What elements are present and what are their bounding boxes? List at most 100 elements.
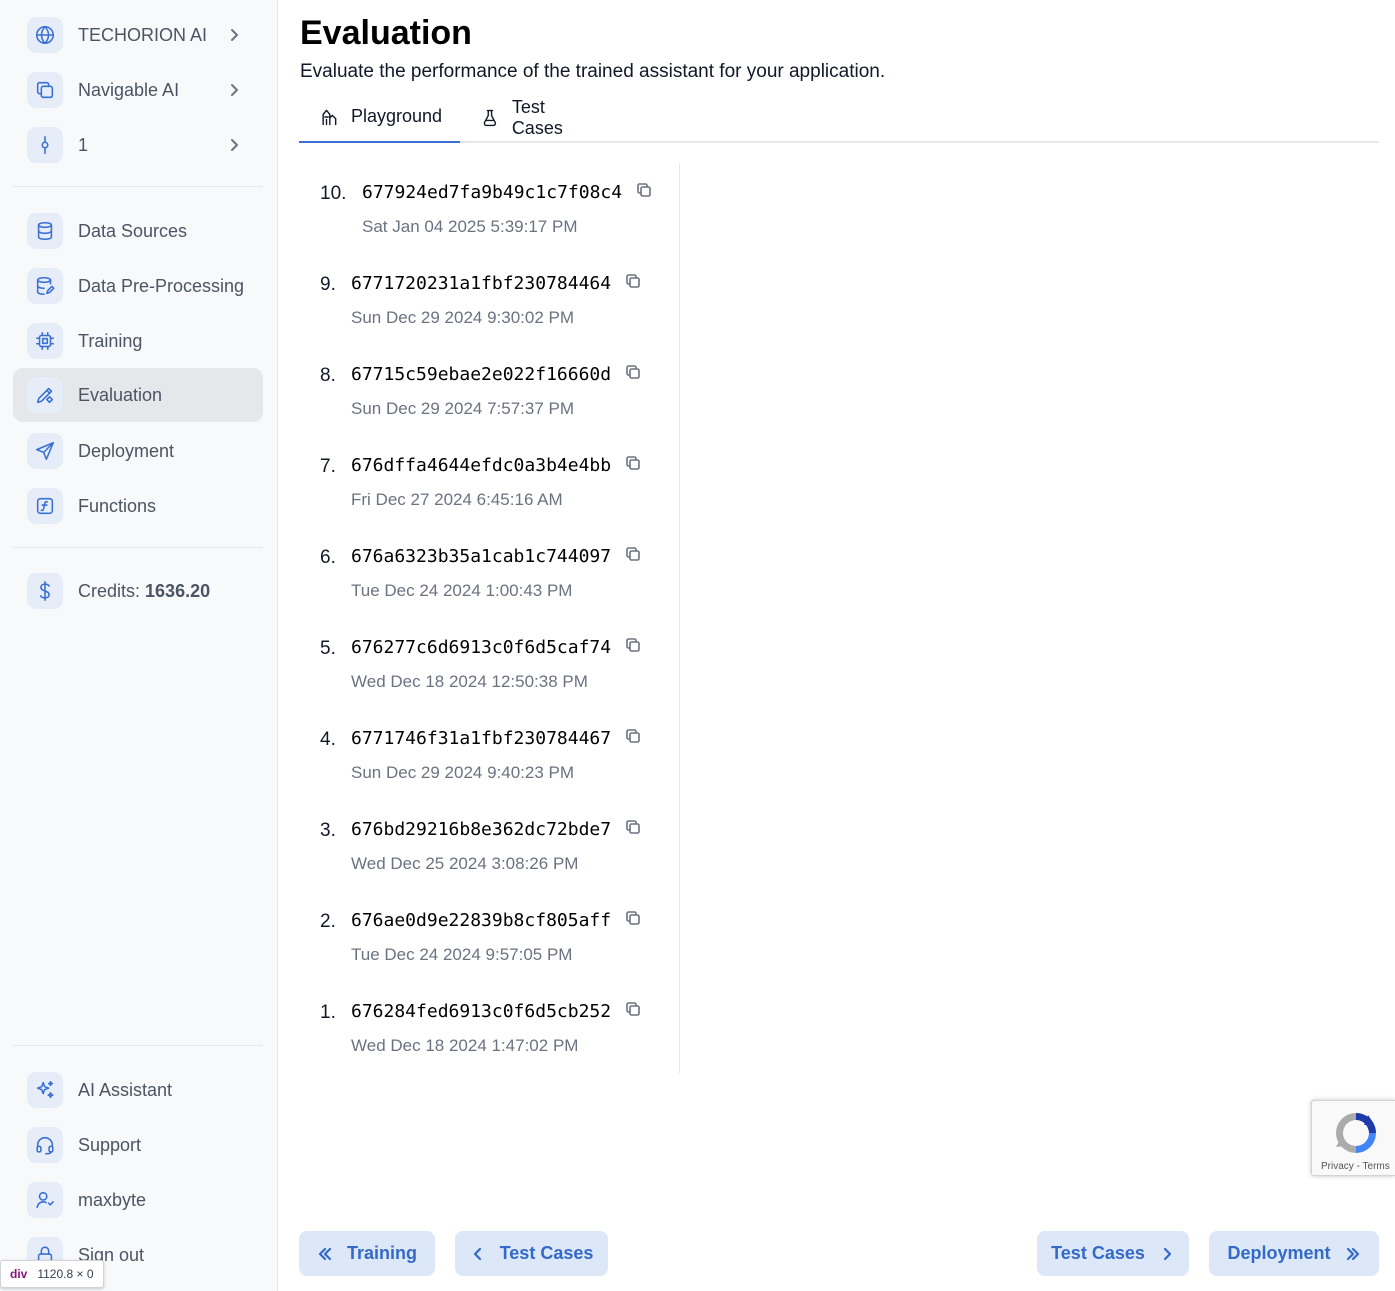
sidebar-item-deployment[interactable]: Deployment: [13, 424, 263, 478]
run-id: 676277c6d6913c0f6d5caf74: [351, 637, 612, 658]
headset-icon: [27, 1127, 63, 1163]
sidebar-item-training[interactable]: Training: [13, 314, 263, 368]
tab-label: Playground: [351, 106, 443, 126]
run-id: 676284fed6913c0f6d5cb252: [351, 1001, 612, 1022]
credits-value: 1636.20: [145, 580, 211, 601]
next-tab-button[interactable]: Test Cases: [1037, 1231, 1189, 1276]
run-id: 676dffa4644efdc0a3b4e4bb: [351, 455, 612, 476]
sidebar-item-profile[interactable]: maxbyte: [13, 1173, 263, 1227]
run-date: Tue Dec 24 2024 1:00:43 PM: [351, 581, 573, 600]
sidebar-item-label: Evaluation: [78, 384, 163, 405]
list-item[interactable]: 9. 6771720231a1fbf230784464 Sun Dec 29 2…: [299, 254, 679, 345]
sidebar-divider: [13, 1045, 263, 1046]
list-item[interactable]: 3. 676bd29216b8e362dc72bde7 Wed Dec 25 2…: [299, 800, 679, 891]
copy-icon: [626, 638, 640, 652]
sidebar-item-support[interactable]: Support: [13, 1118, 263, 1172]
copy-id-button[interactable]: [625, 728, 643, 746]
sparkles-icon: [27, 1072, 63, 1108]
chevrons-left-icon: [318, 1247, 332, 1260]
copy-icon: [626, 911, 640, 925]
recaptcha-badge[interactable]: Privacy - Terms: [1311, 1100, 1395, 1176]
send-icon: [27, 433, 63, 469]
run-id: 6771746f31a1fbf230784467: [351, 728, 612, 749]
org-selector[interactable]: TECHORION AI: [13, 8, 263, 62]
terms-link[interactable]: Terms: [1363, 1161, 1390, 1172]
project-selector[interactable]: Navigable AI: [13, 63, 263, 117]
list-item[interactable]: 2. 676ae0d9e22839b8cf805aff Tue Dec 24 2…: [299, 891, 679, 982]
copy-id-button[interactable]: [625, 546, 643, 564]
copy-id-button[interactable]: [625, 1001, 643, 1019]
function-icon: [27, 488, 63, 524]
chevrons-right-icon: [1346, 1247, 1359, 1260]
credits-label: Credits:: [78, 580, 141, 601]
recaptcha-logo-icon: [1336, 1113, 1376, 1153]
copy-id-button[interactable]: [636, 182, 654, 200]
project-name: Navigable AI: [78, 79, 180, 100]
playground-icon: [322, 109, 337, 125]
sidebar-item-label: Functions: [78, 495, 157, 516]
page-subtitle: Evaluate the performance of the trained …: [300, 61, 886, 82]
list-item[interactable]: 1. 676284fed6913c0f6d5cb252 Wed Dec 18 2…: [299, 982, 679, 1073]
chevron-right-icon: [1163, 1247, 1171, 1260]
tab-bar: Playground Test Cases: [299, 92, 1379, 143]
run-id: 6771720231a1fbf230784464: [351, 273, 612, 294]
version-selector[interactable]: 1: [13, 118, 263, 172]
run-number: 1.: [320, 1002, 336, 1023]
copy-icon: [637, 183, 651, 197]
sidebar-item-functions[interactable]: Functions: [13, 479, 263, 533]
tab-test-cases[interactable]: Test Cases: [480, 92, 600, 143]
copy-id-button[interactable]: [625, 455, 643, 473]
sidebar-item-label: Data Pre-Processing: [78, 275, 245, 296]
tab-playground[interactable]: Playground: [299, 92, 460, 143]
database-icon: [27, 213, 63, 249]
run-date: Sun Dec 29 2024 9:30:02 PM: [351, 308, 575, 327]
sidebar-item-label: Training: [78, 330, 143, 351]
chevron-left-icon: [473, 1247, 481, 1260]
copy-id-button[interactable]: [625, 637, 643, 655]
links-separator: -: [1353, 1161, 1363, 1172]
list-item[interactable]: 8. 67715c59ebae2e022f16660d Sun Dec 29 2…: [299, 345, 679, 436]
run-number: 10.: [320, 183, 347, 204]
run-number: 8.: [320, 365, 336, 386]
page-title: Evaluation: [300, 14, 472, 52]
org-name: TECHORION AI: [78, 24, 208, 45]
run-date: Tue Dec 24 2024 9:57:05 PM: [351, 945, 573, 964]
devtools-element-tooltip: div 1120.8 × 0: [0, 1260, 104, 1288]
chevron-right-icon: [227, 28, 241, 42]
list-item[interactable]: 5. 676277c6d6913c0f6d5caf74 Wed Dec 18 2…: [299, 618, 679, 709]
run-date: Wed Dec 18 2024 12:50:38 PM: [351, 672, 588, 691]
prev-section-button[interactable]: Training: [299, 1231, 435, 1276]
sidebar-item-label: Support: [78, 1134, 142, 1155]
list-item[interactable]: 6. 676a6323b35a1cab1c744097 Tue Dec 24 2…: [299, 527, 679, 618]
devtools-dimensions: 1120.8 × 0: [37, 1267, 94, 1281]
sidebar-item-evaluation[interactable]: Evaluation: [13, 368, 263, 422]
copy-icon: [626, 456, 640, 470]
next-section-button[interactable]: Deployment: [1209, 1231, 1379, 1276]
copy-icon: [626, 274, 640, 288]
list-item[interactable]: 10. 677924ed7fa9b49c1c7f08c4 Sat Jan 04 …: [299, 163, 679, 254]
list-item[interactable]: 7. 676dffa4644efdc0a3b4e4bb Fri Dec 27 2…: [299, 436, 679, 527]
list-item[interactable]: 4. 6771746f31a1fbf230784467 Sun Dec 29 2…: [299, 709, 679, 800]
sidebar-item-label: Data Sources: [78, 220, 188, 241]
copy-id-button[interactable]: [625, 910, 643, 928]
copy-id-button[interactable]: [625, 273, 643, 291]
sidebar-item-data-pre-processing[interactable]: Data Pre-Processing: [13, 259, 263, 313]
button-label: Training: [346, 1243, 417, 1263]
evaluation-runs-list: 10. 677924ed7fa9b49c1c7f08c4 Sat Jan 04 …: [299, 163, 680, 1073]
run-date: Sat Jan 04 2025 5:39:17 PM: [362, 217, 578, 236]
copy-id-button[interactable]: [625, 364, 643, 382]
sidebar-item-ai-assistant[interactable]: AI Assistant: [13, 1063, 263, 1117]
button-label: Test Cases: [1051, 1243, 1145, 1263]
copy-id-button[interactable]: [625, 819, 643, 837]
flask-icon: [483, 109, 497, 126]
run-date: Wed Dec 25 2024 3:08:26 PM: [351, 854, 579, 873]
dollar-icon: [27, 573, 63, 609]
privacy-link[interactable]: Privacy: [1321, 1161, 1354, 1172]
run-number: 4.: [320, 729, 336, 750]
prev-tab-button[interactable]: Test Cases: [455, 1231, 608, 1276]
sidebar-item-data-sources[interactable]: Data Sources: [13, 204, 263, 258]
devtools-tag: div: [10, 1267, 28, 1281]
user-icon: [27, 1182, 63, 1218]
run-date: Wed Dec 18 2024 1:47:02 PM: [351, 1036, 579, 1055]
copy-icon: [626, 820, 640, 834]
